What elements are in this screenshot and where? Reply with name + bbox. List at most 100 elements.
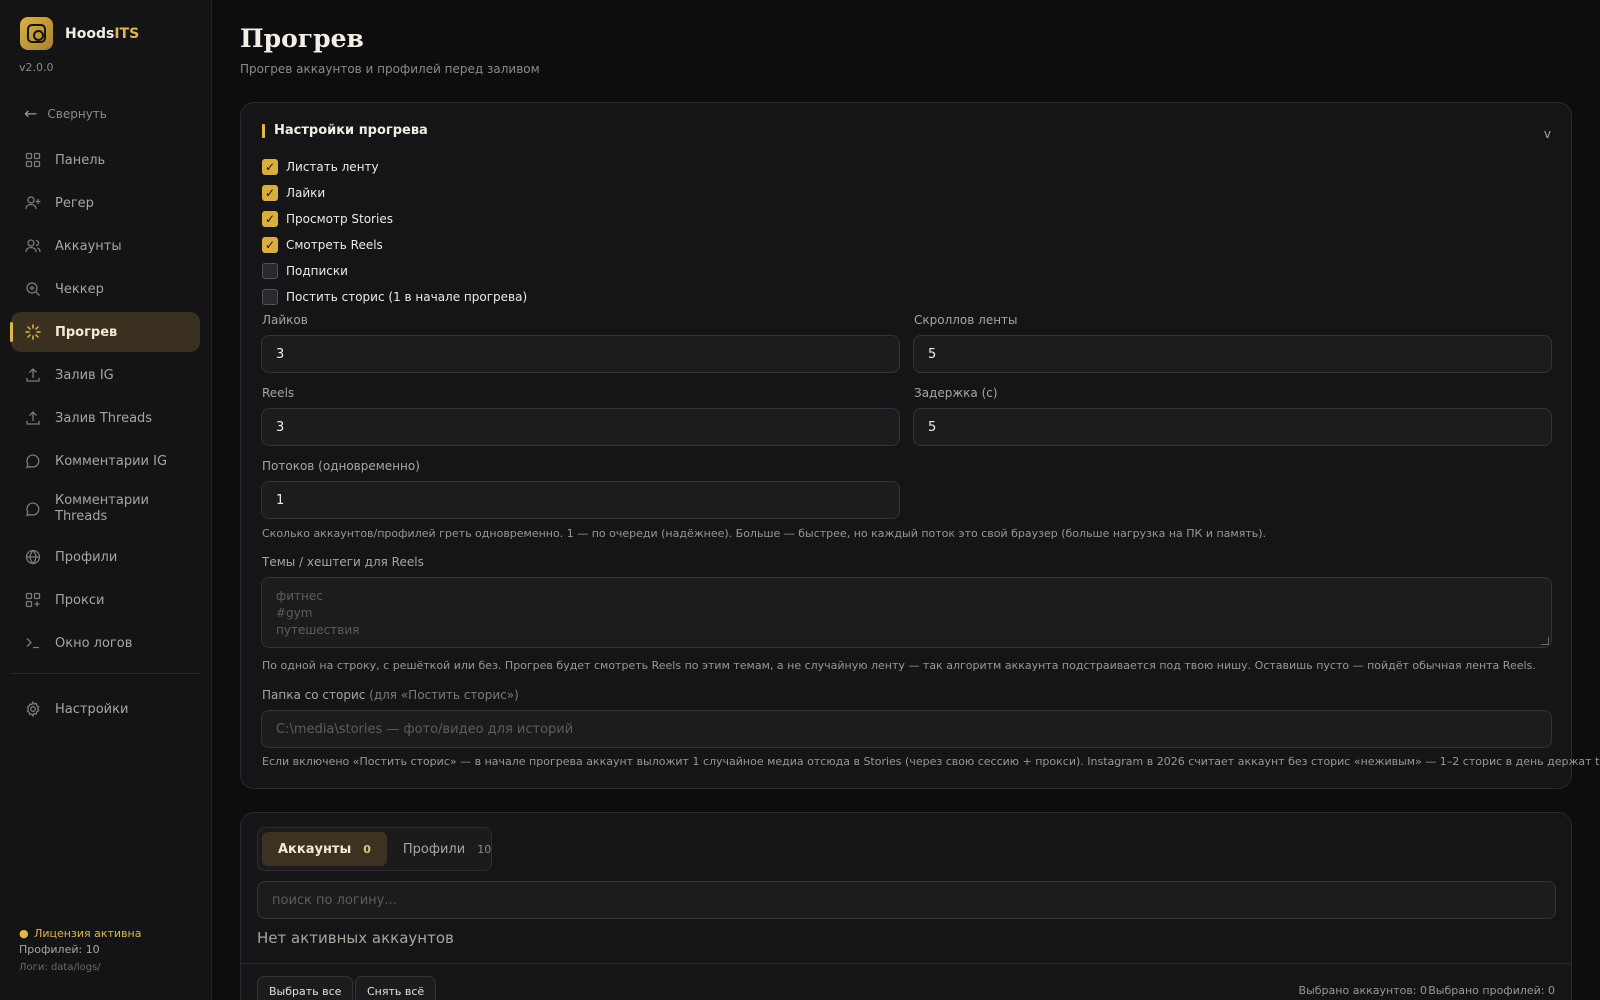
sidebar-item-panel[interactable]: Панель [11,140,200,180]
sidebar-item-label: Аккаунты [55,238,122,254]
sidebar-item-checker[interactable]: Чеккер [11,269,200,309]
reels-label: Reels [262,386,295,400]
deselect-all-button[interactable]: Снять всё [355,976,437,1000]
sidebar-item-label: Комментарии Threads [55,493,149,524]
tab-profiles[interactable]: Профили 10 [387,832,507,866]
tab-label: Аккаунты [278,841,352,857]
resize-handle-icon[interactable] [1541,637,1549,645]
checkbox-follows[interactable]: Подписки [262,258,527,284]
users-icon [25,238,41,254]
checkbox-label: Лайки [286,186,326,200]
likes-input[interactable]: 3 [261,335,900,373]
sidebar-item-upload-ig[interactable]: Залив IG [11,355,200,395]
delay-input[interactable]: 5 [913,408,1552,446]
tab-count: 0 [363,842,371,856]
sidebar-nav: Панель Регер Аккаунты Чеккер Прогрев Зал… [10,140,200,732]
sidebar-item-label: Прогрев [55,324,118,340]
sidebar-item-label: Чеккер [55,281,104,297]
select-all-button[interactable]: Выбрать все [257,976,354,1000]
stories-folder-label-text: Папка со сторис [262,688,366,702]
license-status: ● Лицензия активна [19,927,141,940]
sidebar-item-reger[interactable]: Регер [11,183,200,223]
scrolls-input[interactable]: 5 [913,335,1552,373]
threads-input[interactable]: 1 [261,481,900,519]
loader-icon [25,324,41,340]
sidebar-item-settings[interactable]: Настройки [11,689,200,729]
sidebar-item-label: Регер [55,195,94,211]
checkbox-unchecked-icon [262,289,278,305]
selection-card: Аккаунты 0 Профили 10 поиск по логину... Н… [240,812,1572,1000]
proxy-icon [25,592,41,608]
collapse-button[interactable]: ← Свернуть [24,104,107,123]
app-version: v2.0.0 [19,61,54,74]
sidebar-item-comments-ig[interactable]: Комментарии IG [11,441,200,481]
warmup-settings-card: Настройки прогрева v ✓ Листать ленту ✓ Лай… [240,102,1600,789]
options-list: ✓ Листать ленту ✓ Лайки ✓ Просмотр Stories … [262,154,527,310]
globe-icon [25,549,41,565]
threads-hint: Сколько аккаунтов/профилей греть одновре… [262,527,1266,540]
grid-icon [25,152,41,168]
page-subtitle: Прогрев аккаунтов и профилей перед залив… [240,62,540,76]
sidebar: HoodsITS v2.0.0 ← Свернуть Панель Регер … [0,0,212,1000]
topics-label: Темы / хештеги для Reels [262,555,424,569]
upload-icon [25,367,41,383]
checkbox-scroll-feed[interactable]: ✓ Листать ленту [262,154,527,180]
chevron-down-icon[interactable]: v [1544,127,1551,141]
sidebar-item-label: Прокси [55,592,105,608]
checkbox-likes[interactable]: ✓ Лайки [262,180,527,206]
sidebar-item-accounts[interactable]: Аккаунты [11,226,200,266]
sidebar-item-label: Профили [55,549,118,565]
sidebar-item-profiles[interactable]: Профили [11,537,200,577]
checkbox-checked-icon: ✓ [262,159,278,175]
reels-input[interactable]: 3 [261,408,900,446]
chat-icon [25,501,41,517]
app-name-main: Hoods [65,25,115,42]
checkbox-checked-icon: ✓ [262,185,278,201]
checkbox-view-stories[interactable]: ✓ Просмотр Stories [262,206,527,232]
brand: HoodsITS [20,17,139,50]
stories-folder-label-note: (для «Постить сторис») [365,688,519,702]
tab-count: 10 [477,842,492,856]
profiles-count: Профилей: 10 [19,943,100,956]
app-name-accent: ITS [114,25,140,42]
section-title-text: Настройки прогрева [274,123,428,138]
sidebar-item-comments-threads[interactable]: Комментарии Threads [11,484,200,534]
checkbox-watch-reels[interactable]: ✓ Смотреть Reels [262,232,527,258]
topics-hint: По одной на строку, с решёткой или без. … [262,659,1536,672]
nav-divider [11,673,200,674]
sidebar-item-label: Залив IG [55,367,114,383]
sidebar-item-label: Панель [55,152,106,168]
instagram-logo-icon [20,17,53,50]
likes-label: Лайков [262,313,308,327]
sidebar-item-label: Настройки [55,701,129,717]
chat-icon [25,453,41,469]
stories-folder-label: Папка со сторис (для «Постить сторис») [262,688,519,702]
sidebar-item-proxy[interactable]: Прокси [11,580,200,620]
status-dot-icon: ● [19,927,29,940]
gear-icon [25,701,41,717]
app-name: HoodsITS [65,26,139,42]
empty-state: Нет активных аккаунтов [257,929,454,947]
collapse-label: Свернуть [47,106,107,121]
stories-folder-input[interactable]: C:\media\stories — фото/видео для истори… [261,710,1552,748]
arrow-left-icon: ← [24,104,38,123]
sidebar-item-label: Окно логов [55,635,133,651]
checkbox-label: Подписки [286,264,348,278]
tab-accounts[interactable]: Аккаунты 0 [262,832,387,866]
sidebar-item-logs[interactable]: Окно логов [11,623,200,663]
terminal-icon [25,635,41,651]
checkbox-label: Постить сторис (1 в начале прогрева) [286,290,528,304]
search-input[interactable]: поиск по логину... [257,881,1556,919]
sidebar-item-upload-threads[interactable]: Залив Threads [11,398,200,438]
search-plus-icon [25,281,41,297]
source-tabs: Аккаунты 0 Профили 10 [257,827,492,871]
topics-textarea[interactable]: фитнес #gym путешествия [261,577,1552,648]
checkbox-label: Листать ленту [286,160,379,174]
sidebar-item-warmup[interactable]: Прогрев [10,312,200,352]
delay-label: Задержка (с) [914,386,998,400]
checkbox-checked-icon: ✓ [262,211,278,227]
checkbox-post-stories[interactable]: Постить сторис (1 в начале прогрева) [262,284,527,310]
user-plus-icon [25,195,41,211]
section-title: Настройки прогрева [262,123,428,138]
upload-icon [25,410,41,426]
